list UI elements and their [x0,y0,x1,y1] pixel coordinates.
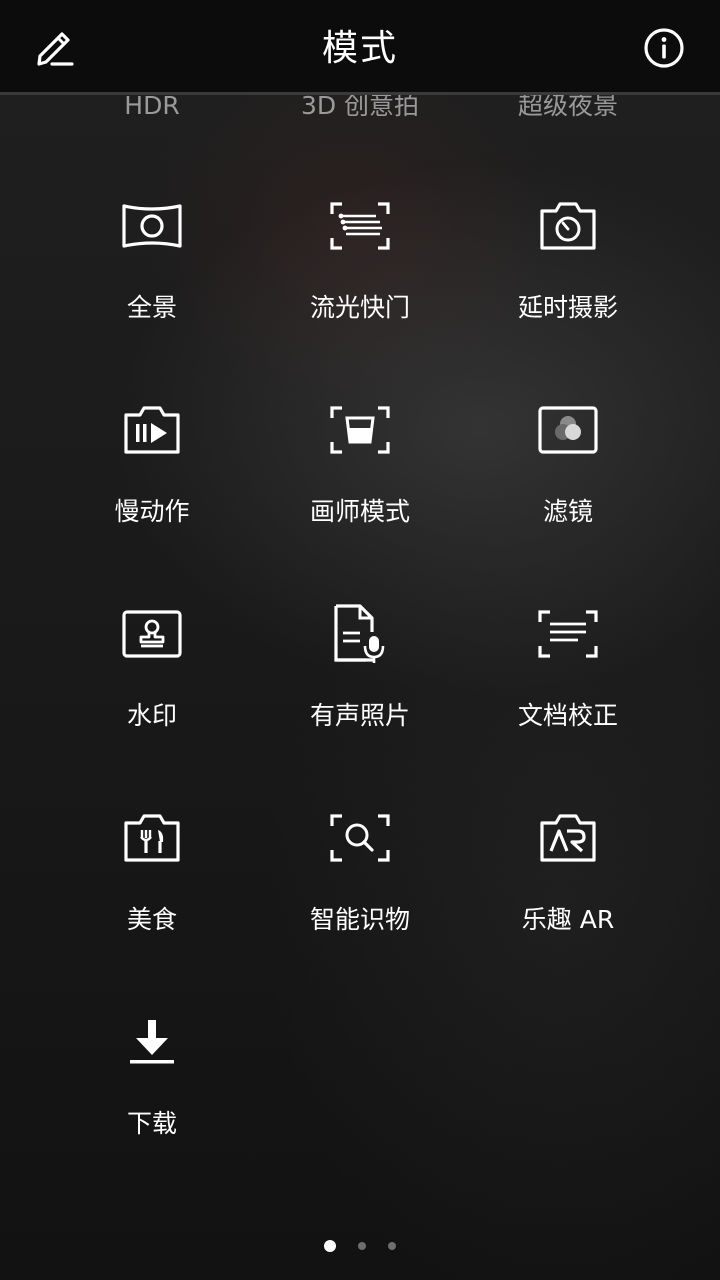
document-correction-icon [538,610,598,658]
top-bar: 模式 [0,0,720,95]
info-circle-icon [644,28,684,68]
mode-ar-fun[interactable]: 乐趣 AR [464,802,672,1006]
mode-slow-motion[interactable]: 慢动作 [48,394,256,598]
object-recognition-icon [330,814,390,862]
mode-artist[interactable]: 画师模式 [256,394,464,598]
mode-light-painting[interactable]: 流光快门 [256,190,464,394]
download-icon [130,1020,174,1064]
mode-label: 智能识物 [309,905,410,934]
page-indicator [0,1238,720,1254]
mode-label: 乐趣 AR [521,905,615,934]
mode-label: 流光快门 [309,293,410,322]
light-painting-icon [330,202,390,250]
mode-audio-photo[interactable]: 有声照片 [256,598,464,802]
mode-label: 滤镜 [542,497,593,526]
info-button[interactable] [634,18,694,78]
mode-label: 画师模式 [309,497,410,526]
time-lapse-icon [540,202,596,250]
ar-fun-icon [540,814,596,862]
page-dot-3[interactable] [388,1242,396,1250]
mode-label: 下载 [126,1109,177,1138]
mode-food[interactable]: 美食 [48,802,256,1006]
camera-mode-screen: 模式 HDR 3D 创意拍 超级夜景 全景 流光快门 延时摄影 慢动作 画师模式… [0,0,720,1280]
slow-motion-icon [124,406,180,454]
artist-mode-icon [330,406,390,454]
mode-label: 水印 [126,701,177,730]
mode-download[interactable]: 下载 [48,1006,256,1210]
mode-label: 慢动作 [114,497,190,526]
mode-document-correction[interactable]: 文档校正 [464,598,672,802]
mode-label: 有声照片 [309,701,410,730]
mode-watermark[interactable]: 水印 [48,598,256,802]
mode-filter[interactable]: 滤镜 [464,394,672,598]
mode-grid: 全景 流光快门 延时摄影 慢动作 画师模式 滤镜 水印 有声照片 文档校正 美食… [48,190,672,1210]
mode-panorama[interactable]: 全景 [48,190,256,394]
audio-photo-icon [334,604,385,663]
mode-label: 全景 [126,293,177,322]
page-dot-2[interactable] [358,1242,366,1250]
panorama-icon [122,204,182,248]
mode-label: 文档校正 [517,701,618,730]
mode-object-recognition[interactable]: 智能识物 [256,802,464,1006]
page-dot-1[interactable] [324,1240,336,1252]
food-icon [124,814,180,862]
mode-time-lapse[interactable]: 延时摄影 [464,190,672,394]
filter-icon [538,406,598,454]
mode-label: 延时摄影 [517,293,618,322]
watermark-icon [122,610,182,658]
mode-label: 美食 [126,905,177,934]
page-title: 模式 [321,28,398,69]
